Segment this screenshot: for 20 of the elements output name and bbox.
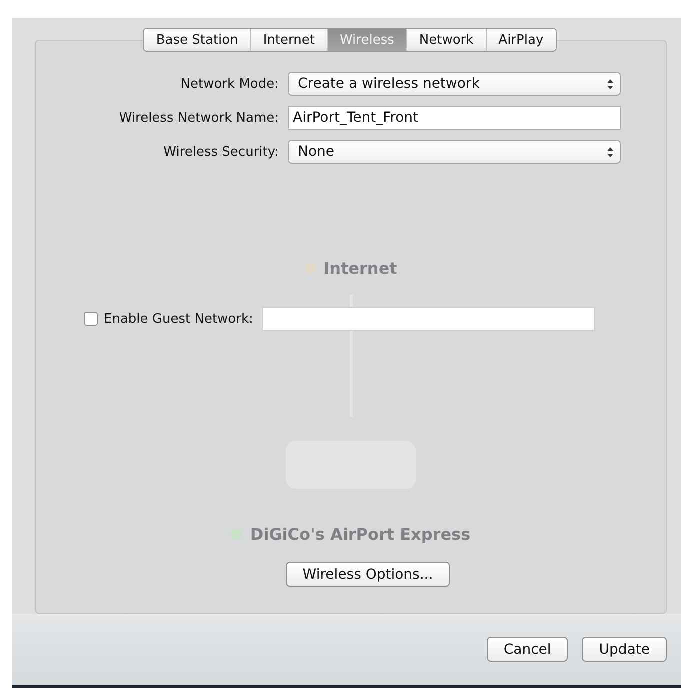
tab[interactable]: AirPlay xyxy=(486,29,556,51)
field-label: Wireless Network Name: xyxy=(118,110,279,126)
tab[interactable]: Internet xyxy=(250,29,327,51)
checkbox-label: Enable Guest Network: xyxy=(104,312,254,326)
tab[interactable]: Network xyxy=(406,29,486,51)
stepper-arrows-icon xyxy=(607,78,614,90)
checkbox[interactable] xyxy=(84,312,98,326)
tab[interactable]: Base Station xyxy=(144,29,250,51)
dialog-button[interactable]: Cancel xyxy=(486,637,568,662)
wireless-options-button[interactable]: Wireless Options... xyxy=(286,562,450,587)
status-label: Internet xyxy=(304,259,398,278)
field-label: Network Mode: xyxy=(180,76,279,92)
dialog-button[interactable]: Update xyxy=(582,637,667,662)
input-field[interactable] xyxy=(262,307,596,331)
device-name: DiGiCo's AirPort Express xyxy=(231,525,471,544)
input-field[interactable]: AirPort_Tent_Front xyxy=(288,106,621,130)
field-label: Wireless Security: xyxy=(162,144,279,160)
popup-menu[interactable]: Create a wireless network xyxy=(288,72,621,96)
stepper-arrows-icon xyxy=(607,146,614,158)
popup-menu[interactable]: None xyxy=(288,140,621,164)
